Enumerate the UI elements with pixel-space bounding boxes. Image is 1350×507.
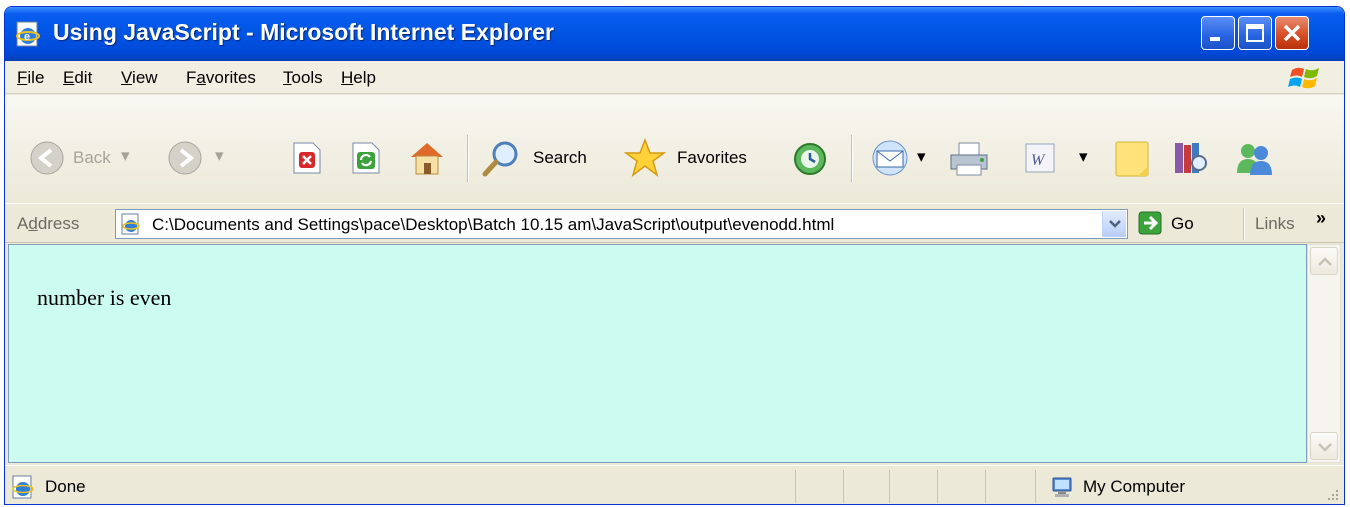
address-input[interactable]: C:\Documents and Settings\pace\Desktop\B… [115,209,1128,239]
research-icon[interactable] [1171,139,1211,179]
close-icon [1283,24,1301,42]
status-pane-divider [843,470,844,503]
status-pane-divider [889,470,890,503]
refresh-icon[interactable] [350,141,382,175]
menu-tools[interactable]: Tools [283,68,323,88]
go-arrow-icon[interactable] [1138,211,1162,235]
status-bar: Done My Computer [5,465,1344,504]
maximize-icon [1246,24,1264,42]
edit-button[interactable]: W ▾ [1023,141,1093,177]
security-zone-label: My Computer [1083,477,1186,496]
back-arrow-icon [30,141,64,175]
address-dropdown-button[interactable] [1102,211,1126,237]
close-button[interactable] [1275,16,1309,50]
forward-arrow-icon [168,141,202,175]
mail-dropdown-icon[interactable]: ▾ [917,147,926,167]
search-icon [482,141,518,177]
menu-help[interactable]: Help [341,68,376,88]
links-button[interactable]: Links [1255,214,1295,234]
svg-text:W: W [1031,152,1046,169]
title-bar[interactable]: e Using JavaScript - Microsoft Internet … [5,7,1344,61]
toolbar-separator [1243,208,1244,240]
forward-dropdown-icon[interactable]: ▾ [215,146,224,166]
chevron-down-icon [1109,220,1121,228]
back-button[interactable]: Back ▾ [29,136,153,180]
stop-icon[interactable] [291,141,323,175]
address-url: C:\Documents and Settings\pace\Desktop\B… [152,215,835,234]
home-icon[interactable] [407,139,447,177]
page-content: number is even [8,244,1307,463]
windows-logo-icon [1288,67,1319,89]
go-button[interactable]: Go [1171,214,1194,234]
vertical-scrollbar[interactable] [1307,244,1341,463]
address-bar: Address C:\Documents and Settings\pace\D… [5,203,1344,243]
minimize-icon [1210,37,1220,41]
minimize-button[interactable] [1201,16,1235,50]
resize-grip-icon[interactable] [1324,486,1340,502]
ie-page-icon [121,213,140,235]
window-title: Using JavaScript - Microsoft Internet Ex… [53,19,555,45]
forward-button[interactable]: ▾ [167,136,243,180]
browser-window: e Using JavaScript - Microsoft Internet … [4,6,1345,505]
status-pane-divider [1035,470,1036,503]
favorites-star-icon [623,138,667,177]
ie-page-icon: e [16,21,40,47]
menu-edit[interactable]: Edit [63,68,92,88]
menu-file[interactable]: File [17,68,44,88]
standard-toolbar: Back ▾ ▾ Search Favorites ▾ W ▾ [5,95,1344,203]
note-icon[interactable] [1113,139,1151,179]
toolbar-separator [851,135,852,183]
edit-dropdown-icon[interactable]: ▾ [1079,147,1088,167]
address-label: Address [17,214,80,233]
search-button[interactable]: Search [481,136,609,180]
back-label: Back [73,148,111,167]
my-computer-icon [1052,477,1072,497]
mail-icon [872,140,908,176]
history-icon[interactable] [791,141,829,177]
back-dropdown-icon[interactable]: ▾ [121,146,130,166]
chevron-down-icon [1318,443,1332,452]
favorites-label: Favorites [677,148,747,167]
maximize-button[interactable] [1238,16,1272,50]
status-pane-divider [937,470,938,503]
svg-text:e: e [24,31,30,43]
page-text: number is even [37,285,172,310]
status-pane-divider [985,470,986,503]
menu-favorites[interactable]: Favorites [186,68,256,88]
scroll-up-button[interactable] [1310,247,1338,275]
ie-page-icon [12,475,34,499]
word-document-icon: W [1025,143,1055,173]
scroll-down-button[interactable] [1310,432,1338,460]
favorites-button[interactable]: Favorites [623,136,775,180]
chevron-up-icon [1318,257,1332,266]
toolbar-separator [467,135,468,183]
print-icon[interactable] [947,139,991,179]
search-label: Search [533,148,587,167]
status-text: Done [45,477,86,496]
menu-bar: File Edit View Favorites Tools Help [5,61,1344,94]
messenger-icon[interactable] [1233,139,1275,179]
menu-view[interactable]: View [121,68,158,88]
status-pane-divider [795,470,796,503]
more-links-icon[interactable]: » [1316,208,1326,229]
mail-button[interactable]: ▾ [869,139,931,179]
